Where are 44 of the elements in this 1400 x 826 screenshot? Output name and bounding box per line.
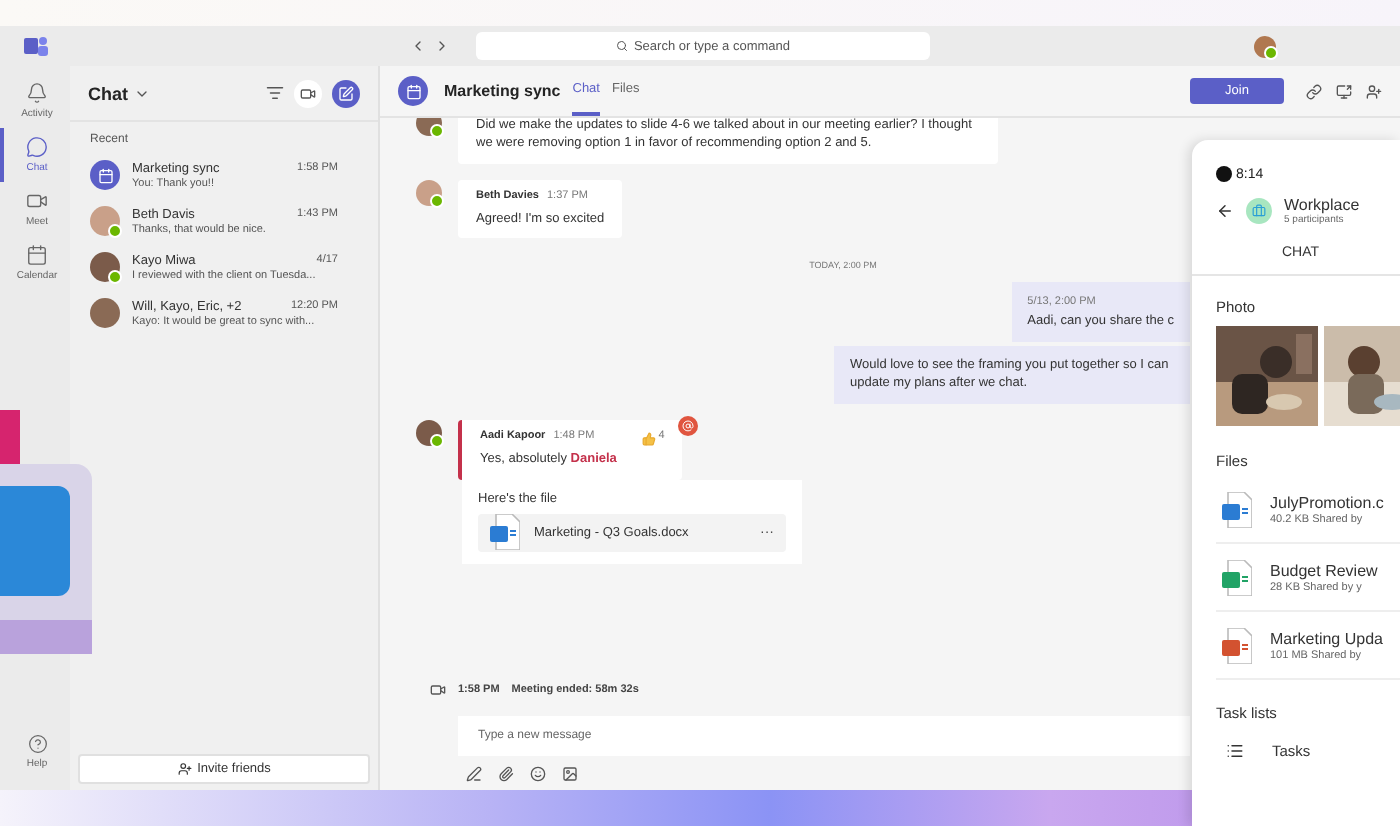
group-avatar [90, 160, 120, 190]
back-arrow-icon[interactable] [1216, 202, 1234, 220]
emoji-icon[interactable] [530, 766, 546, 782]
format-icon[interactable] [466, 766, 482, 782]
screen-share-icon[interactable] [1336, 83, 1352, 99]
list-icon [1226, 742, 1244, 760]
person-avatar [90, 252, 120, 282]
person-avatar [90, 298, 120, 328]
mention-badge [678, 416, 699, 437]
compose-icon [338, 85, 354, 101]
image-icon[interactable] [562, 766, 578, 782]
back-icon[interactable] [410, 38, 426, 54]
group-avatar [398, 76, 428, 106]
camera-dot-icon [1216, 166, 1232, 182]
video-icon [430, 682, 446, 698]
new-chat-button[interactable] [332, 79, 360, 107]
app-logo-icon [24, 36, 48, 56]
person-avatar [416, 179, 442, 206]
chat-icon [26, 136, 48, 158]
conversation-title: Marketing sync [444, 82, 561, 100]
video-call-button[interactable] [294, 79, 322, 107]
calendar-icon [26, 244, 48, 266]
forward-icon[interactable] [434, 38, 450, 54]
bell-icon [26, 82, 48, 104]
chat-list-title: Chat [88, 83, 128, 103]
link-icon[interactable] [1306, 83, 1322, 99]
video-icon [300, 85, 316, 101]
document-file-icon [1222, 491, 1252, 527]
filter-icon[interactable] [266, 84, 284, 102]
slides-file-icon [1222, 627, 1252, 663]
person-avatar [90, 206, 120, 236]
spreadsheet-file-icon [1222, 559, 1252, 595]
help-icon [27, 733, 47, 753]
phone-chat-title: Workplace [1284, 196, 1360, 214]
person-avatar [416, 420, 442, 447]
thumbs-up-icon [642, 431, 657, 446]
video-icon [26, 190, 48, 212]
document-file-icon [490, 514, 520, 551]
add-people-icon[interactable] [1366, 83, 1382, 99]
attach-icon[interactable] [498, 766, 514, 782]
search-icon [615, 40, 628, 52]
group-avatar [1246, 198, 1272, 224]
add-person-icon [177, 762, 192, 776]
profile-avatar[interactable] [1254, 35, 1276, 57]
